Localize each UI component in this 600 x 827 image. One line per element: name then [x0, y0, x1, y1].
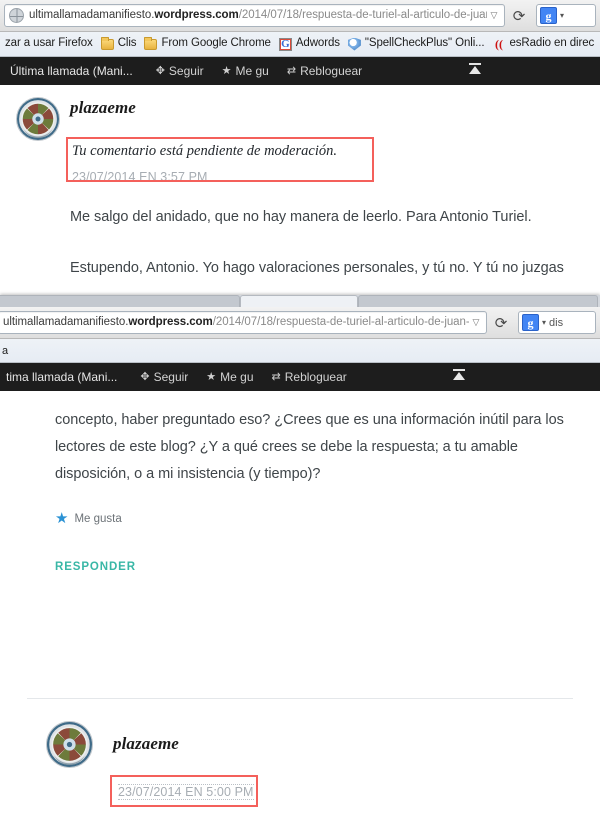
- url-host: wordpress.com: [128, 316, 213, 328]
- bookmark-partial-label: a: [2, 344, 9, 357]
- tab-inactive[interactable]: [0, 295, 240, 307]
- url-prefix: ultimallamadamanifiesto.: [29, 9, 155, 21]
- bookmark-label: "SpellCheckPlus" Onli...: [364, 37, 485, 50]
- reload-icon[interactable]: ⟳: [507, 4, 531, 28]
- wpbar-follow-label: Seguir: [168, 64, 204, 78]
- avatar: [46, 721, 93, 768]
- comment-paragraph-2: Estupendo, Antonio. Yo hago valoraciones…: [70, 260, 564, 276]
- star-icon: ★: [55, 510, 69, 527]
- tab-inactive[interactable]: [358, 295, 598, 307]
- avatar: [16, 97, 60, 141]
- globe-icon: [9, 8, 24, 23]
- comment-paragraph-1: Me salgo del anidado, que no hay manera …: [70, 209, 532, 225]
- comment-date-bottom[interactable]: 23/07/2014 EN 5:00 PM: [118, 784, 254, 800]
- moderation-note: Tu comentario está pendiente de moderaci…: [72, 143, 337, 159]
- star-icon: ★: [206, 370, 217, 383]
- google-badge-icon: g: [522, 314, 539, 331]
- chevron-down-icon[interactable]: ▾: [542, 318, 546, 327]
- plus-circle-icon: ✥: [140, 370, 150, 383]
- address-bar-top[interactable]: ultimallamadamanifiesto.wordpress.com/20…: [4, 4, 505, 27]
- reblog-icon: ⇄: [286, 64, 297, 77]
- comment-line-1: concepto, haber preguntado eso? ¿Crees q…: [55, 412, 564, 428]
- spellcheck-favicon-icon: [347, 37, 361, 51]
- wpbar-like-button[interactable]: ★ Me gu: [213, 57, 278, 85]
- wpbar-like-label: Me gu: [235, 64, 269, 78]
- bookmark-label: Adwords: [295, 37, 340, 50]
- google-favicon-icon: G: [278, 37, 292, 51]
- wordpress-admin-bar-bottom: tima llamada (Mani... ✥ Seguir ★ Me gu ⇄…: [0, 363, 600, 391]
- plus-circle-icon: ✥: [155, 64, 165, 77]
- url-path: /2014/07/18/respuesta-de-turiel-al-artic…: [212, 316, 469, 328]
- bookmark-item[interactable]: zar a usar Firefox: [2, 38, 98, 50]
- star-icon: ★: [221, 64, 232, 77]
- bookmark-item[interactable]: "SpellCheckPlus" Onli...: [345, 37, 490, 51]
- reload-icon[interactable]: ⟳: [489, 311, 513, 335]
- search-box-bottom[interactable]: g ▾ dis: [518, 311, 596, 334]
- browser-window-bottom: ultimallamadamanifiesto.wordpress.com/20…: [0, 295, 600, 827]
- bookmark-label: zar a usar Firefox: [5, 37, 93, 50]
- bookmarks-bar-top: zar a usar Firefox Clis From Google Chro…: [0, 32, 600, 57]
- tab-strip-bottom: [0, 295, 600, 307]
- navigation-toolbar-bottom: ultimallamadamanifiesto.wordpress.com/20…: [0, 307, 600, 339]
- address-bar-url-bottom: ultimallamadamanifiesto.wordpress.com/20…: [3, 312, 469, 333]
- navigation-toolbar-top: ultimallamadamanifiesto.wordpress.com/20…: [0, 0, 600, 32]
- address-bar-bottom[interactable]: ultimallamadamanifiesto.wordpress.com/20…: [0, 311, 487, 334]
- chevron-down-icon[interactable]: ▽: [487, 5, 501, 26]
- folder-icon: [144, 36, 158, 50]
- search-box-top[interactable]: g ▾: [536, 4, 596, 27]
- browser-window-top: ultimallamadamanifiesto.wordpress.com/20…: [0, 0, 600, 295]
- bookmark-item[interactable]: G Adwords: [276, 37, 345, 51]
- url-path: /2014/07/18/respuesta-de-turiel-al-artic…: [238, 9, 487, 21]
- page-content-top: plazaeme Tu comentario está pendiente de…: [0, 85, 600, 292]
- avatar-rosette-image: [17, 98, 59, 140]
- tab-active[interactable]: [240, 295, 358, 307]
- avatar-rosette-image: [47, 722, 92, 767]
- page-content-bottom: concepto, haber preguntado eso? ¿Crees q…: [0, 391, 600, 827]
- radio-favicon-icon: ((: [494, 36, 503, 51]
- bookmark-item[interactable]: Clis: [98, 36, 142, 50]
- folder-icon: [100, 36, 114, 50]
- wpbar-follow-button[interactable]: ✥ Seguir: [147, 57, 213, 85]
- wpbar-like-label: Me gu: [220, 370, 254, 384]
- wpbar-reblog-button[interactable]: ⇄ Rebloguear: [278, 57, 371, 85]
- comment-line-2: lectores de este blog? ¿Y a qué crees se…: [55, 439, 518, 455]
- url-host: wordpress.com: [154, 9, 239, 21]
- bookmark-item[interactable]: From Google Chrome: [141, 36, 275, 50]
- like-button[interactable]: ★ Me gusta: [55, 511, 122, 526]
- reblog-icon: ⇄: [271, 370, 281, 383]
- wpbar-site-label: tima llamada (Mani...: [6, 370, 118, 384]
- wordpress-admin-bar-top: Última llamada (Mani... ✥ Seguir ★ Me gu…: [0, 57, 600, 85]
- bookmark-label: esRadio en direc: [509, 37, 595, 50]
- screenshot-root: ultimallamadamanifiesto.wordpress.com/20…: [0, 0, 600, 827]
- chevron-down-icon[interactable]: ▾: [560, 11, 564, 20]
- bookmark-label: Clis: [117, 37, 137, 50]
- bookmark-item[interactable]: (( esRadio en direc: [489, 36, 599, 51]
- wpbar-like-button[interactable]: ★ Me gu: [197, 363, 262, 391]
- url-prefix: ultimallamadamanifiesto.: [3, 316, 129, 328]
- comment-paragraph-1: Corrección (aunque se entiende del conte…: [113, 821, 592, 827]
- bookmarks-bar-bottom: a: [0, 339, 600, 363]
- wpbar-site-title[interactable]: tima llamada (Mani...: [6, 363, 131, 391]
- wpbar-follow-label: Seguir: [153, 370, 189, 384]
- comment-author-name[interactable]: plazaeme: [113, 734, 179, 754]
- collapse-icon[interactable]: [468, 57, 482, 85]
- address-bar-url-top: ultimallamadamanifiesto.wordpress.com/20…: [29, 5, 487, 26]
- google-badge-icon: g: [540, 7, 557, 24]
- comment-line-3: disposición, o a mi insistencia (y tiemp…: [55, 466, 321, 482]
- bookmark-label: From Google Chrome: [161, 37, 271, 50]
- wpbar-follow-button[interactable]: ✥ Seguir: [131, 363, 197, 391]
- wpbar-reblog-button[interactable]: ⇄ Rebloguear: [263, 363, 356, 391]
- wpbar-reblog-label: Rebloguear: [284, 370, 347, 384]
- chevron-down-icon[interactable]: ▽: [469, 312, 483, 333]
- wpbar-site-label: Última llamada (Mani...: [10, 64, 133, 78]
- collapse-icon[interactable]: [452, 363, 466, 391]
- comment-date-top[interactable]: 23/07/2014 EN 3:57 PM: [72, 170, 208, 184]
- search-box-hint: dis: [549, 316, 564, 329]
- wpbar-site-title[interactable]: Última llamada (Mani...: [6, 57, 147, 85]
- like-label: Me gusta: [74, 512, 122, 525]
- reply-link[interactable]: RESPONDER: [55, 561, 136, 573]
- wpbar-reblog-label: Rebloguear: [300, 64, 363, 78]
- comment-author-name[interactable]: plazaeme: [70, 98, 136, 118]
- divider: [27, 698, 573, 699]
